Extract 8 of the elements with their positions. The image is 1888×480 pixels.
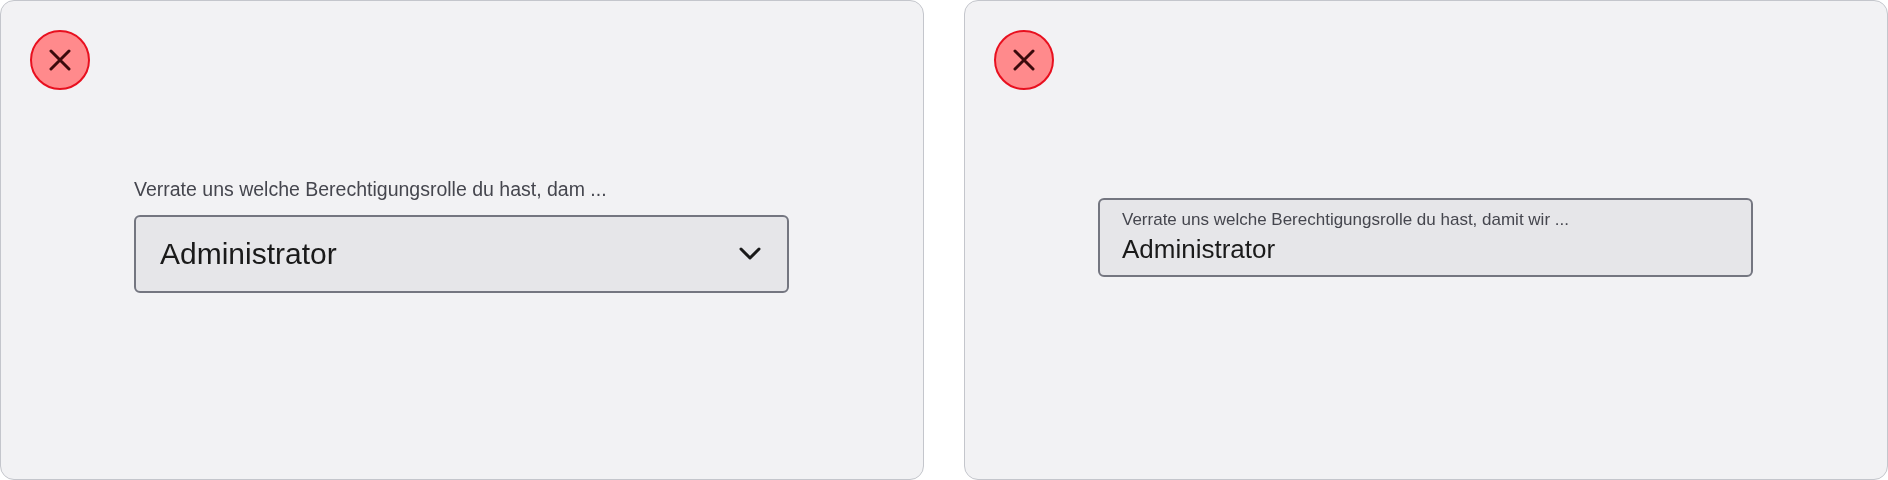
close-button[interactable] bbox=[994, 30, 1054, 90]
role-dropdown[interactable]: Administrator bbox=[134, 215, 789, 293]
close-button[interactable] bbox=[30, 30, 90, 90]
chevron-down-icon bbox=[739, 247, 761, 261]
close-icon bbox=[49, 49, 71, 71]
field-label: Verrate uns welche Berechtigungsrolle du hast, dam ... bbox=[134, 178, 608, 201]
role-field[interactable]: Verrate uns welche Berechtigungsrolle du hast, damit wir ... Administrator bbox=[1098, 198, 1753, 277]
close-icon bbox=[1013, 49, 1035, 71]
